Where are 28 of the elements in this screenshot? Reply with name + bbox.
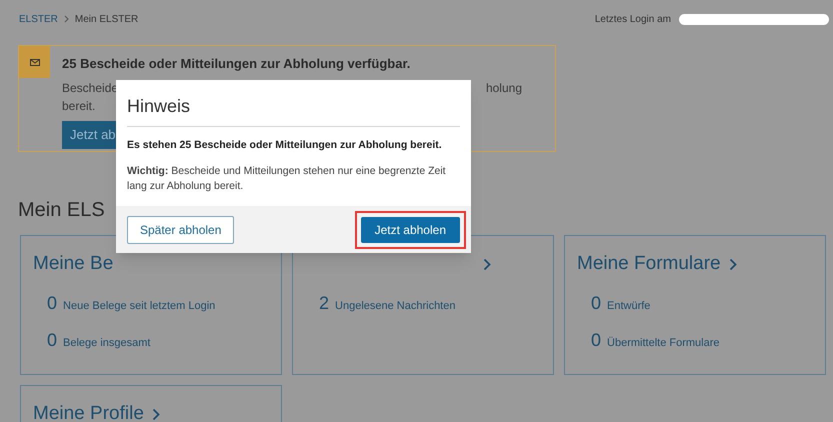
item-link[interactable]: Übermittelte Formulare [607, 335, 720, 352]
card-title[interactable]: Meine Formulare [577, 250, 721, 278]
page-heading: Mein ELS [18, 198, 106, 223]
item-count: 0 [591, 329, 602, 352]
breadcrumb-current: Mein ELSTER [74, 12, 138, 26]
modal-message: Es stehen 25 Bescheide oder Mitteilungen zur Abholung bereit. [127, 138, 443, 153]
item-link[interactable]: Belege insgesamt [63, 335, 150, 352]
item-link[interactable]: Ungelesene Nachrichten [335, 298, 456, 314]
item-count: 0 [47, 292, 58, 315]
item-link[interactable]: Entwürfe [607, 298, 650, 314]
item-count: 0 [47, 329, 58, 352]
notice-title: 25 Bescheide oder Mitteilungen zur Abholung verfügbar. [62, 55, 412, 73]
modal-note: Wichtig: Bescheide und Mitteilungen stehen nur eine begrenzte Zeit lang zur Abholung bereit. [127, 164, 447, 194]
notice-text: holung [486, 80, 522, 96]
last-login-label: Letztes Login am [594, 12, 671, 26]
breadcrumb-link[interactable]: ELSTER [19, 12, 58, 26]
notice-text: Bescheide [62, 80, 118, 96]
item-count: 0 [591, 292, 602, 315]
fetch-later-button[interactable]: Später abholen [127, 216, 234, 244]
breadcrumb-separator-icon [64, 15, 69, 23]
envelope-icon [30, 58, 40, 66]
item-link[interactable]: Neue Belege seit letztem Login [63, 298, 216, 314]
modal-title: Hinweis [127, 93, 460, 127]
notice-text: bereit. [62, 98, 96, 114]
item-count: 2 [319, 292, 330, 315]
card-title[interactable]: Meine Profile [33, 400, 144, 422]
card-title[interactable]: Meine Be [33, 250, 114, 278]
fetch-now-button[interactable]: Jetzt abholen [360, 216, 460, 242]
